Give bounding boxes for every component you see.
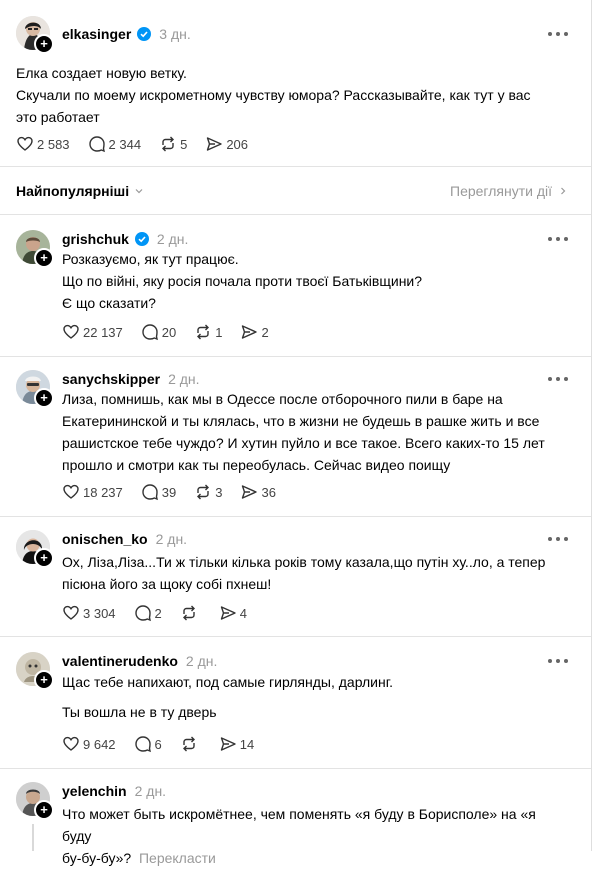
share-button[interactable]: 4 — [219, 604, 247, 622]
reply-text: Розказуємо, як тут працює. Що по війні, … — [62, 251, 423, 311]
comment-icon — [134, 736, 151, 753]
heart-icon — [63, 324, 79, 339]
send-icon — [220, 737, 236, 751]
repost-icon — [182, 605, 195, 621]
heart-icon — [17, 136, 33, 151]
username[interactable]: onischen_ko — [62, 531, 148, 547]
verified-badge-icon — [134, 232, 149, 246]
reply-text: Что может быть искромётнее, чем поменять… — [62, 806, 536, 866]
avatar[interactable]: + — [16, 530, 54, 568]
repost-button[interactable]: 5 — [159, 135, 187, 153]
post-time: 2 дн. — [185, 653, 218, 669]
like-button[interactable]: 18 237 — [62, 483, 123, 501]
username[interactable]: valentinerudenko — [62, 653, 178, 669]
reply-actions: 18 237 39 3 36 — [62, 482, 294, 502]
send-icon — [242, 485, 258, 499]
sort-bar: Найпопулярніші Переглянути дії — [16, 180, 568, 202]
post-actions: 2 583 2 344 5 206 — [16, 134, 266, 154]
share-button[interactable]: 36 — [240, 483, 276, 501]
reply-text: Щас тебе напихают, под самые гирлянды, д… — [62, 674, 394, 720]
follow-plus-icon[interactable]: + — [34, 800, 54, 820]
post-time: 2 дн. — [156, 231, 189, 247]
more-options-icon[interactable] — [548, 658, 568, 664]
follow-plus-icon[interactable]: + — [34, 670, 54, 690]
avatar[interactable]: + — [16, 16, 54, 54]
divider — [0, 356, 591, 357]
like-button[interactable]: 22 137 — [62, 323, 123, 341]
share-button[interactable]: 2 — [240, 323, 269, 341]
divider — [0, 516, 591, 517]
repost-icon — [197, 484, 210, 500]
avatar[interactable]: + — [16, 370, 54, 408]
post-text: Елка создает новую ветку. Скучали по мое… — [16, 65, 531, 125]
send-icon — [242, 325, 258, 339]
post-time: 2 дн. — [134, 783, 167, 799]
view-activity-label: Переглянути дії — [450, 183, 552, 199]
translate-link[interactable]: Перекласти — [139, 850, 216, 866]
like-button[interactable]: 2 583 — [16, 135, 70, 153]
send-icon — [220, 606, 236, 620]
more-options-icon[interactable] — [548, 31, 568, 37]
more-options-icon[interactable] — [548, 376, 568, 382]
follow-plus-icon[interactable]: + — [34, 248, 54, 268]
comment-icon — [142, 324, 158, 341]
username[interactable]: elkasinger — [62, 26, 131, 42]
avatar[interactable]: + — [16, 652, 54, 690]
repost-button[interactable] — [180, 604, 201, 622]
more-options-icon[interactable] — [548, 236, 568, 242]
divider — [0, 636, 591, 637]
avatar[interactable]: + — [16, 230, 54, 268]
repost-button[interactable] — [180, 735, 201, 753]
view-activity-link[interactable]: Переглянути дії — [450, 183, 568, 199]
comment-icon — [142, 484, 158, 501]
follow-plus-icon[interactable]: + — [34, 34, 54, 54]
repost-icon — [197, 324, 210, 340]
comment-button[interactable]: 2 344 — [88, 135, 141, 153]
comment-button[interactable]: 39 — [141, 483, 176, 501]
like-button[interactable]: 3 304 — [62, 604, 116, 622]
chevron-down-icon — [135, 189, 143, 194]
repost-icon — [182, 736, 195, 752]
follow-plus-icon[interactable]: + — [34, 388, 54, 408]
reply-actions: 22 137 20 1 2 — [62, 322, 287, 342]
divider — [0, 214, 591, 215]
reply-text: Ох, Ліза,Ліза...Ти ж тільки кілька років… — [62, 554, 546, 592]
comment-icon — [88, 136, 105, 153]
username[interactable]: sanychskipper — [62, 371, 160, 387]
heart-icon — [63, 484, 79, 499]
comment-icon — [134, 605, 151, 622]
like-button[interactable]: 9 642 — [62, 735, 116, 753]
avatar[interactable]: + — [16, 782, 54, 820]
repost-button[interactable]: 1 — [194, 323, 222, 341]
comment-button[interactable]: 2 — [134, 604, 162, 622]
repost-button[interactable]: 3 — [194, 483, 222, 501]
chevron-right-icon — [561, 187, 566, 195]
repost-icon — [162, 136, 175, 152]
follow-plus-icon[interactable]: + — [34, 548, 54, 568]
post-time: 2 дн. — [168, 371, 200, 387]
share-button[interactable]: 14 — [219, 735, 254, 753]
heart-icon — [63, 736, 79, 751]
divider — [0, 166, 591, 167]
sort-dropdown[interactable]: Найпопулярніші — [16, 183, 144, 199]
more-options-icon[interactable] — [548, 536, 568, 542]
post-time: 3 дн. — [159, 26, 191, 42]
reply-actions: 3 304 2 4 — [62, 603, 265, 623]
divider — [0, 768, 591, 769]
post-time: 2 дн. — [155, 531, 188, 547]
comment-button[interactable]: 20 — [141, 323, 176, 341]
reply-text: Лиза, помнишь, как мы в Одессе после отб… — [62, 391, 545, 473]
username[interactable]: grishchuk — [62, 231, 129, 247]
heart-icon — [63, 605, 79, 620]
thread-line — [32, 824, 34, 851]
username[interactable]: yelenchin — [62, 783, 127, 799]
send-icon — [207, 137, 223, 151]
sort-label: Найпопулярніші — [16, 183, 130, 199]
comment-button[interactable]: 6 — [134, 735, 162, 753]
verified-badge-icon — [137, 27, 152, 41]
share-button[interactable]: 206 — [205, 135, 248, 153]
reply-actions: 9 642 6 14 — [62, 734, 272, 754]
thread-page: + elkasinger 3 дн. Елка создает новую ве… — [0, 0, 592, 866]
